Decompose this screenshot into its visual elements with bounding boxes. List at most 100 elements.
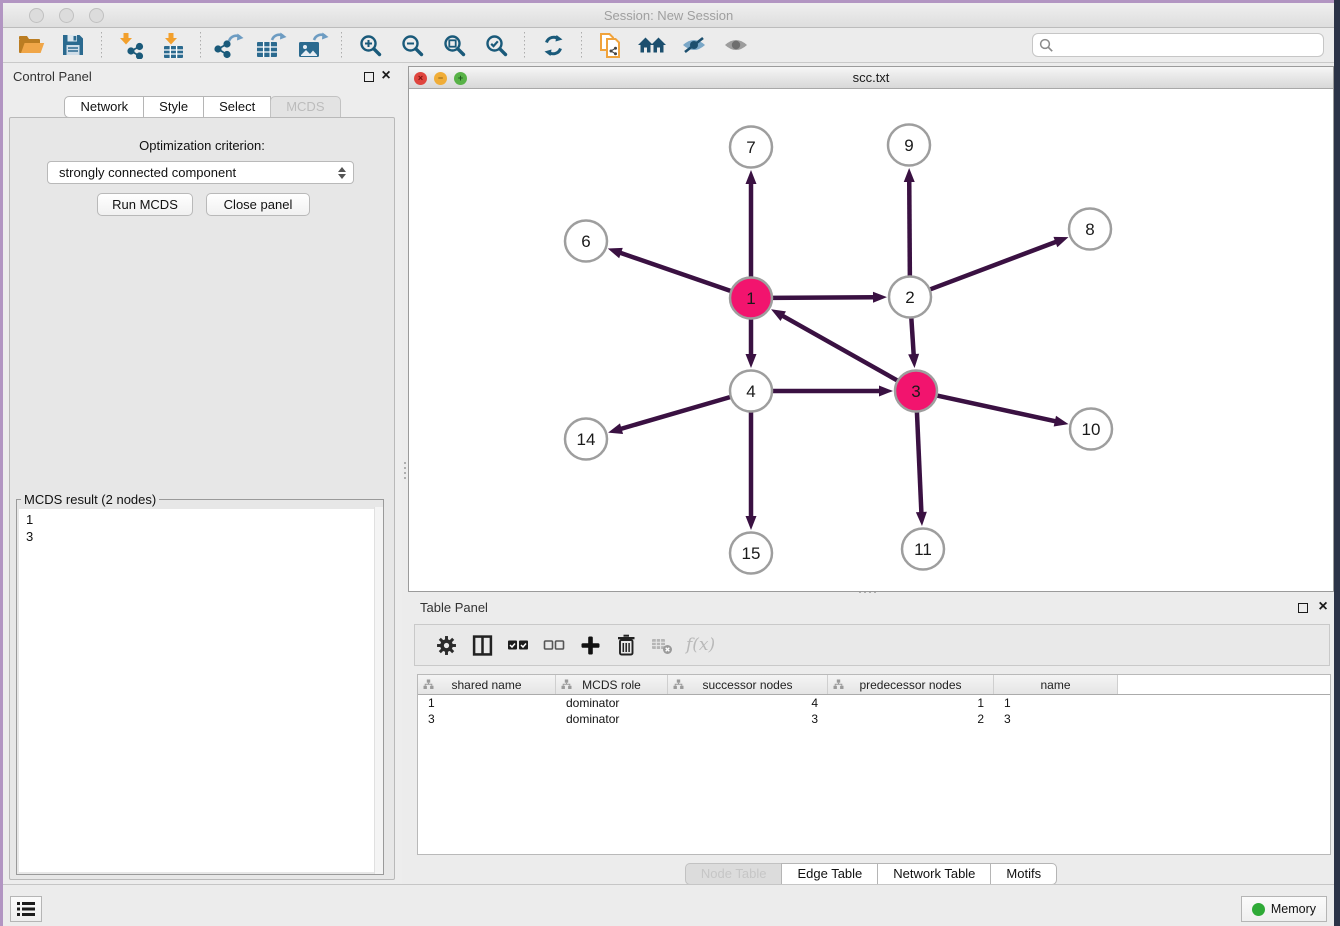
zoom-fit-button[interactable]: [438, 30, 470, 60]
select-all-icon: [507, 637, 529, 653]
graph-node-label-9: 9: [904, 136, 913, 155]
column-header-MCDS-role[interactable]: MCDS role: [556, 675, 668, 694]
graph-node-label-4: 4: [746, 382, 755, 401]
import-network-button[interactable]: [114, 30, 146, 60]
graph-edge-arrowhead: [608, 423, 623, 434]
float-panel-button[interactable]: [364, 72, 374, 82]
select-stepper-icon: [335, 165, 348, 180]
table-cell[interactable]: dominator: [556, 711, 668, 727]
float-table-panel-button[interactable]: [1298, 603, 1308, 613]
optimization-select[interactable]: strongly connected component: [47, 161, 354, 184]
export-image-button[interactable]: [297, 30, 329, 60]
two-houses-icon: [637, 34, 667, 56]
trash-icon: [616, 634, 636, 656]
status-bar: Memory: [3, 884, 1334, 926]
table-panel-tab-edge-table[interactable]: Edge Table: [781, 863, 878, 885]
column-header-name[interactable]: name: [994, 675, 1118, 694]
home-view-button[interactable]: [636, 30, 668, 60]
table-panel-tab-node-table[interactable]: Node Table: [685, 863, 783, 885]
show-panel-list-button[interactable]: [10, 896, 42, 922]
control-panel-tab-network[interactable]: Network: [64, 96, 144, 118]
memory-label: Memory: [1271, 902, 1316, 916]
graph-edge-2-9[interactable]: [909, 180, 910, 276]
copy-style-icon: [598, 32, 623, 59]
table-panel-tab-motifs[interactable]: Motifs: [990, 863, 1057, 885]
memory-button[interactable]: Memory: [1241, 896, 1327, 922]
table-cell[interactable]: 3: [668, 711, 828, 727]
table-row[interactable]: 3dominator323: [418, 711, 1330, 727]
table-cell[interactable]: 1: [418, 695, 556, 711]
run-mcds-button[interactable]: Run MCDS: [97, 193, 193, 216]
search-input[interactable]: [1054, 35, 1317, 55]
table-cell[interactable]: 2: [828, 711, 994, 727]
main-toolbar: [3, 28, 1334, 63]
unselect-all-icon: [543, 637, 565, 653]
graph-edge-3-10[interactable]: [937, 395, 1057, 421]
table-cell[interactable]: dominator: [556, 695, 668, 711]
graph-edge-1-6[interactable]: [619, 252, 731, 291]
horizontal-splitter-handle[interactable]: [852, 589, 882, 594]
refresh-button[interactable]: [537, 30, 569, 60]
graph-edge-2-8[interactable]: [930, 241, 1058, 289]
mcds-result-line: 1: [26, 511, 381, 528]
column-header-successor-nodes[interactable]: successor nodes: [668, 675, 828, 694]
unselect-all-button[interactable]: [541, 632, 567, 658]
table-cell[interactable]: 4: [668, 695, 828, 711]
graph-edge-4-14[interactable]: [620, 397, 731, 429]
zoom-in-button[interactable]: [354, 30, 386, 60]
table-cell[interactable]: 3: [418, 711, 556, 727]
export-table-button[interactable]: [255, 30, 287, 60]
control-panel-tab-select[interactable]: Select: [203, 96, 271, 118]
hide-panels-button[interactable]: [678, 30, 710, 60]
export-network-icon: [214, 32, 244, 59]
control-panel-title: Control Panel: [13, 69, 92, 84]
column-header-predecessor-nodes[interactable]: predecessor nodes: [828, 675, 994, 694]
hierarchy-icon: [561, 679, 572, 690]
zoom-out-button[interactable]: [396, 30, 428, 60]
gear-button[interactable]: [433, 632, 459, 658]
control-panel-tab-style[interactable]: Style: [143, 96, 204, 118]
graph-edge-arrowhead: [873, 292, 887, 303]
save-session-button[interactable]: [57, 30, 89, 60]
search-box: [1032, 33, 1324, 57]
export-table-icon: [256, 32, 287, 59]
table-cell[interactable]: 1: [994, 695, 1118, 711]
function-builder-icon[interactable]: f(x): [686, 635, 715, 655]
network-window-title: scc.txt: [409, 67, 1333, 89]
graph-edge-3-1[interactable]: [781, 315, 897, 381]
column-header-shared-name[interactable]: shared name: [418, 675, 556, 694]
control-panel-tab-mcds[interactable]: MCDS: [270, 96, 340, 118]
select-all-button[interactable]: [505, 632, 531, 658]
vertical-splitter-handle[interactable]: [402, 455, 407, 485]
close-table-panel-button[interactable]: ×: [1316, 598, 1330, 616]
delete-column-button[interactable]: [613, 632, 639, 658]
graph-node-label-3: 3: [911, 382, 920, 401]
table-panel-tab-network-table[interactable]: Network Table: [877, 863, 991, 885]
save-floppy-icon: [62, 34, 84, 56]
add-column-button[interactable]: [577, 632, 603, 658]
close-panel-button[interactable]: Close panel: [206, 193, 310, 216]
result-scrollbar[interactable]: [374, 507, 383, 874]
graph-edge-3-11[interactable]: [917, 412, 922, 514]
table-row[interactable]: 1dominator411: [418, 695, 1330, 711]
table-panel: Table Panel ×: [408, 596, 1334, 884]
mcds-result-text[interactable]: 13: [19, 509, 381, 872]
hierarchy-icon: [833, 679, 844, 690]
graph-edge-1-2[interactable]: [772, 297, 875, 298]
copy-style-button[interactable]: [594, 30, 626, 60]
show-panels-button[interactable]: [720, 30, 752, 60]
table-cell[interactable]: 1: [828, 695, 994, 711]
column-selector-button[interactable]: [469, 632, 495, 658]
table-cell[interactable]: 3: [994, 711, 1118, 727]
import-table-button[interactable]: [156, 30, 188, 60]
export-network-button[interactable]: [213, 30, 245, 60]
optimization-label: Optimization criterion:: [10, 138, 394, 153]
zoom-selected-button[interactable]: [480, 30, 512, 60]
delete-table-button[interactable]: [649, 632, 675, 658]
network-canvas[interactable]: 7968124314101511: [409, 89, 1333, 591]
open-session-button[interactable]: [15, 30, 47, 60]
graph-edge-2-3[interactable]: [911, 318, 913, 356]
close-panel-icon-button[interactable]: ×: [379, 67, 393, 85]
column-selector-icon: [472, 635, 493, 656]
network-graph: 7968124314101511: [409, 89, 1333, 591]
